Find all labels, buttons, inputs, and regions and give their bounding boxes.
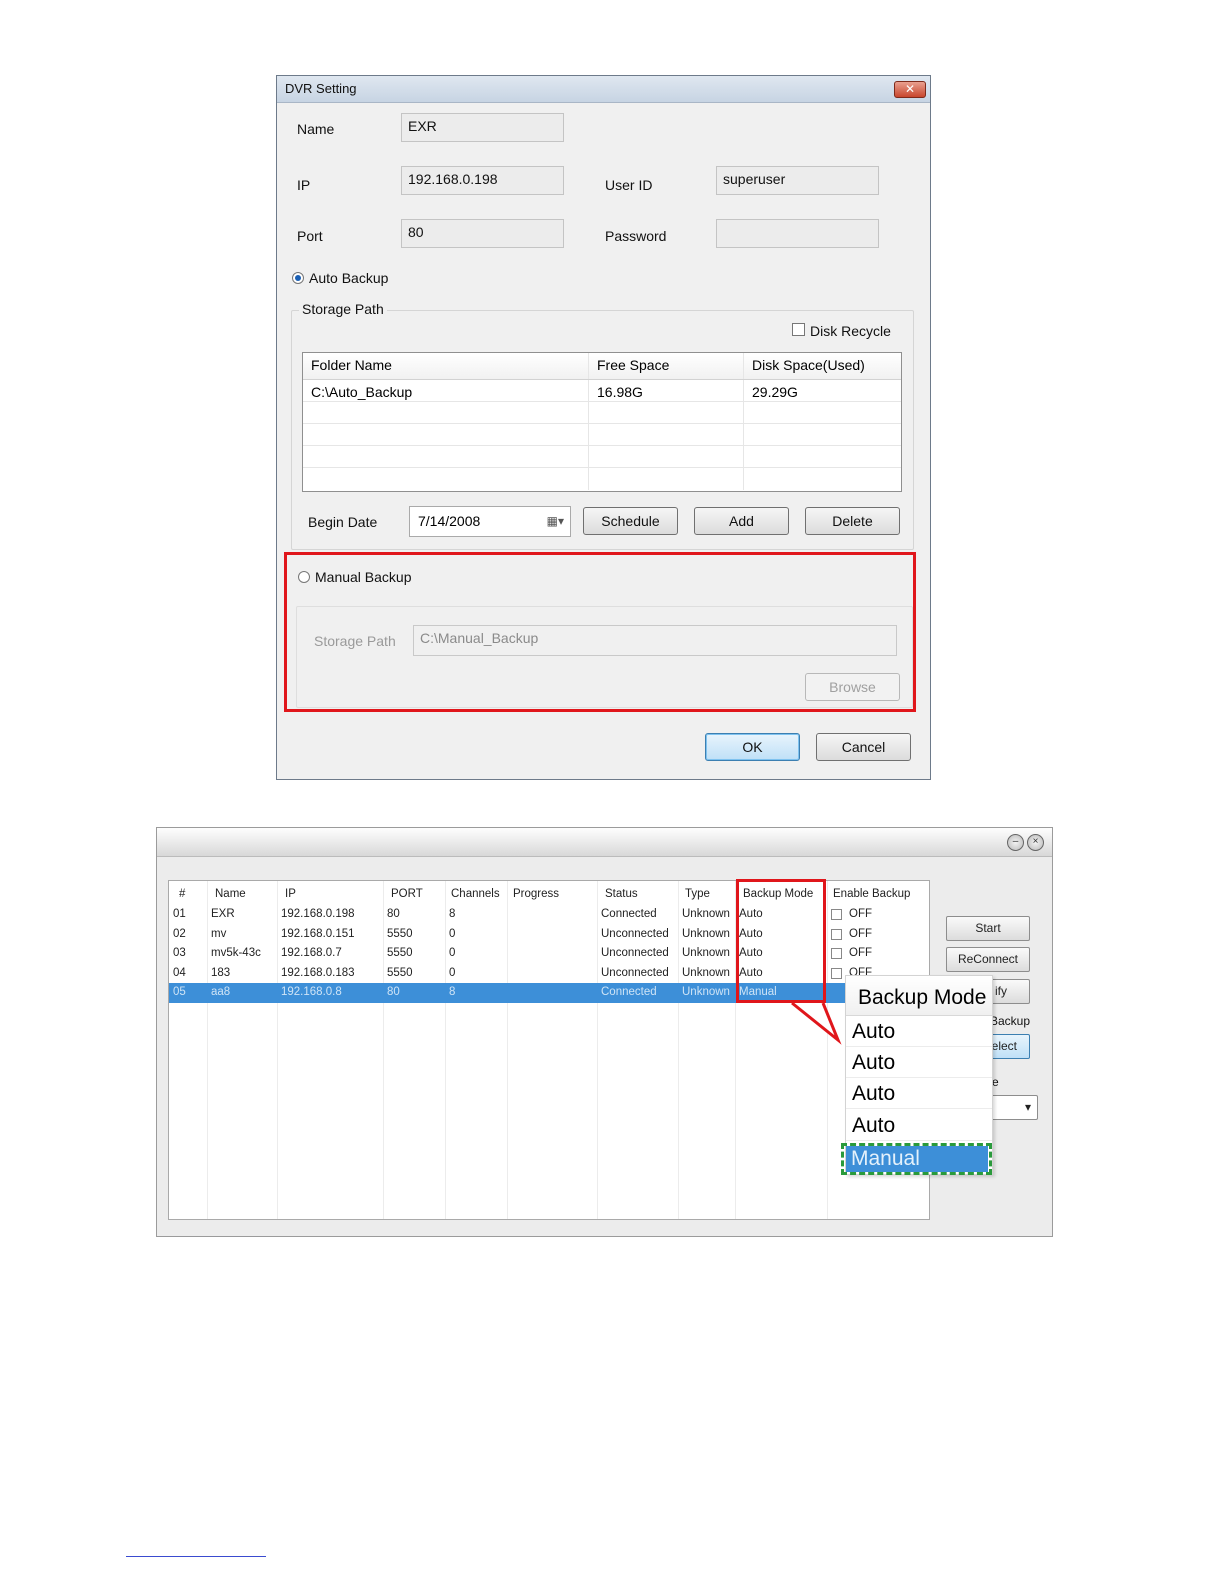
backup-mode-option[interactable]: Auto (846, 1078, 992, 1109)
callout-pointer (791, 1001, 842, 1045)
backup-mode-option[interactable]: Auto (846, 1047, 992, 1078)
manual-option-highlight (841, 1143, 992, 1175)
backup-mode-option[interactable]: Auto (846, 1016, 992, 1047)
backup-mode-option[interactable]: Auto (846, 1110, 992, 1141)
footer-link-underline (126, 1556, 266, 1557)
zoom-header: Backup Mode (846, 976, 992, 1016)
